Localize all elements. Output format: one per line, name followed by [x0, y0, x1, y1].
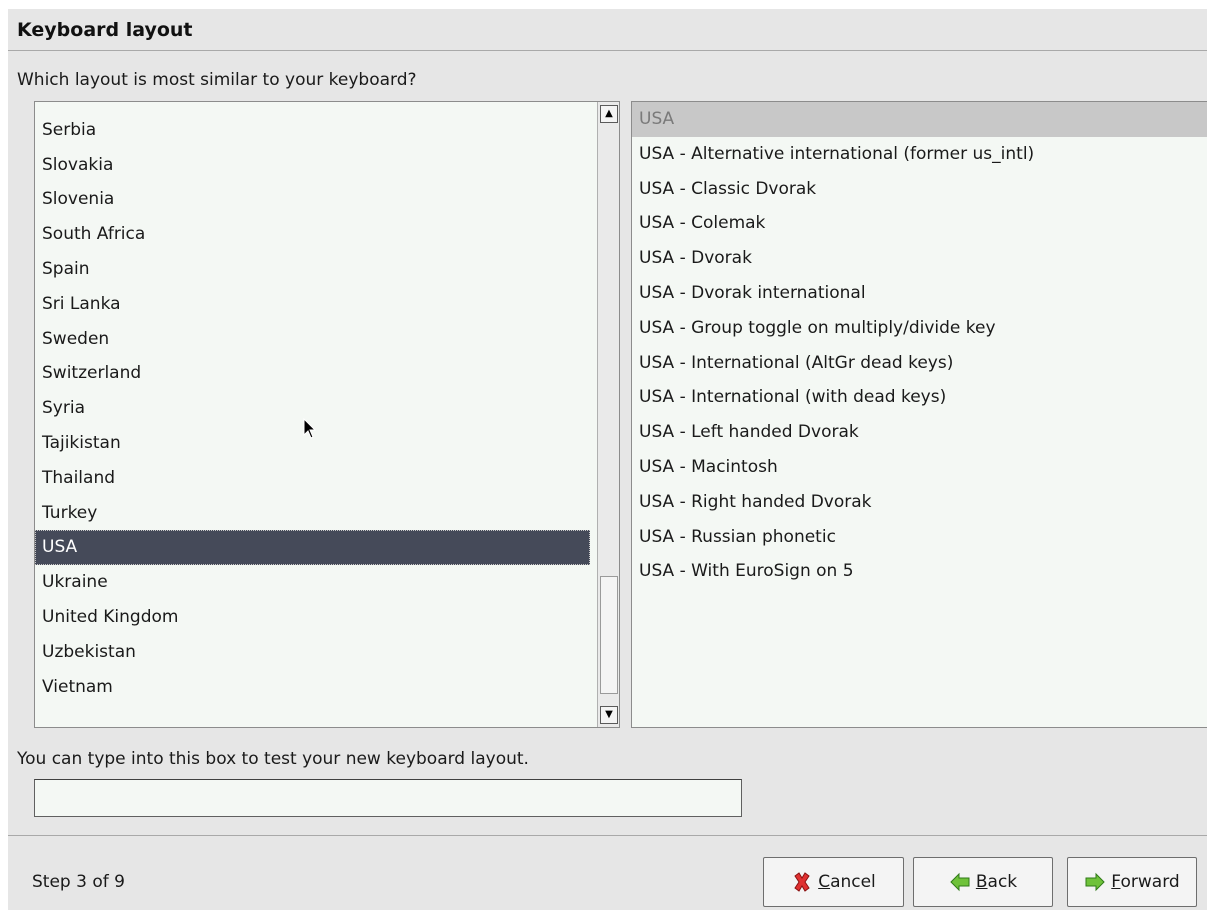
- country-item[interactable]: Uzbekistan: [35, 635, 590, 670]
- variant-list: USA USA - Alternative international (form…: [632, 102, 1207, 589]
- header-bar: Keyboard layout: [8, 9, 1207, 51]
- step-indicator: Step 3 of 9: [32, 872, 125, 892]
- variant-item[interactable]: USA - Colemak: [632, 206, 1207, 241]
- forward-button[interactable]: Forward: [1067, 857, 1197, 907]
- country-item[interactable]: Vietnam: [35, 670, 590, 705]
- forward-arrow-icon: [1085, 872, 1106, 892]
- country-list-panel: RussiaSerbiaSlovakiaSloveniaSouth Africa…: [34, 101, 620, 728]
- mouse-cursor-icon: [303, 418, 317, 439]
- variant-item[interactable]: USA - Classic Dvorak: [632, 172, 1207, 207]
- cancel-icon: [794, 872, 810, 892]
- country-item[interactable]: Thailand: [35, 461, 590, 496]
- installer-window: Keyboard layout Which layout is most sim…: [8, 9, 1207, 910]
- variant-item[interactable]: USA - Dvorak: [632, 241, 1207, 276]
- scroll-down-button[interactable]: ▼: [600, 706, 618, 724]
- variant-item[interactable]: USA - Right handed Dvorak: [632, 485, 1207, 520]
- cancel-button[interactable]: Cancel: [763, 857, 904, 907]
- back-arrow-icon: [950, 872, 970, 892]
- variant-item[interactable]: USA - International (AltGr dead keys): [632, 346, 1207, 381]
- variant-item[interactable]: USA - Dvorak international: [632, 276, 1207, 311]
- variant-item[interactable]: USA - With EuroSign on 5: [632, 554, 1207, 589]
- cancel-button-label: Cancel: [818, 872, 876, 892]
- country-item[interactable]: Russia: [35, 102, 590, 113]
- back-button[interactable]: Back: [913, 857, 1053, 907]
- country-item[interactable]: South Africa: [35, 217, 590, 252]
- country-item[interactable]: Slovakia: [35, 148, 590, 183]
- country-item[interactable]: Spain: [35, 252, 590, 287]
- country-item[interactable]: Slovenia: [35, 182, 590, 217]
- layout-question-label: Which layout is most similar to your key…: [17, 70, 417, 90]
- scrollbar-thumb[interactable]: [600, 576, 618, 694]
- scroll-up-button[interactable]: ▲: [600, 105, 618, 123]
- country-item[interactable]: Serbia: [35, 113, 590, 148]
- country-item[interactable]: Sri Lanka: [35, 287, 590, 322]
- country-item[interactable]: United Kingdom: [35, 600, 590, 635]
- country-item[interactable]: Ukraine: [35, 565, 590, 600]
- variant-item[interactable]: USA: [632, 102, 1207, 137]
- forward-button-label: Forward: [1111, 872, 1180, 892]
- variant-item[interactable]: USA - Alternative international (former …: [632, 137, 1207, 172]
- footer-divider: [8, 835, 1207, 836]
- country-item[interactable]: Switzerland: [35, 356, 590, 391]
- variant-item[interactable]: USA - Left handed Dvorak: [632, 415, 1207, 450]
- page-title: Keyboard layout: [17, 19, 193, 41]
- variant-item[interactable]: USA - Group toggle on multiply/divide ke…: [632, 311, 1207, 346]
- keyboard-test-input[interactable]: [34, 779, 742, 817]
- test-input-label: You can type into this box to test your …: [17, 749, 529, 769]
- variant-item[interactable]: USA - Russian phonetic: [632, 520, 1207, 555]
- country-item[interactable]: USA: [35, 530, 590, 566]
- back-button-label: Back: [975, 872, 1018, 892]
- variant-list-panel: USA USA - Alternative international (form…: [631, 101, 1207, 728]
- country-list-scrollbar[interactable]: ▲ ▼: [597, 102, 619, 727]
- country-item[interactable]: Sweden: [35, 322, 590, 357]
- variant-item[interactable]: USA - Macintosh: [632, 450, 1207, 485]
- variant-item[interactable]: USA - International (with dead keys): [632, 380, 1207, 415]
- country-list: RussiaSerbiaSlovakiaSloveniaSouth Africa…: [35, 102, 590, 705]
- country-item[interactable]: Turkey: [35, 496, 590, 531]
